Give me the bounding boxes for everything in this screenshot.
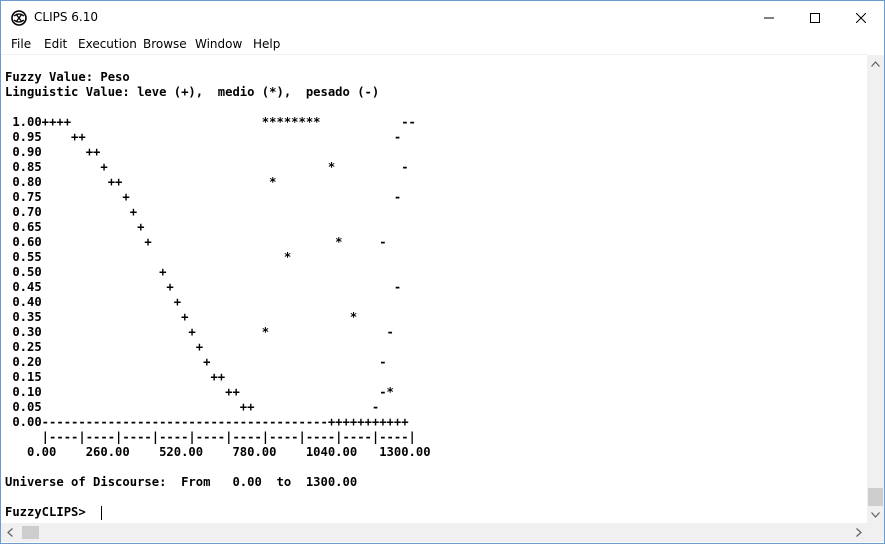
plot-axis-ticks: |----|----|----|----|----|----|----|----… <box>5 430 416 444</box>
horizontal-scroll-thumb[interactable] <box>22 526 39 539</box>
minimize-button[interactable] <box>746 1 792 34</box>
plot-row: 0.50 + <box>5 265 167 279</box>
menu-browse[interactable]: Browse <box>143 37 187 51</box>
plot-row: 0.25 + <box>5 340 204 354</box>
plot-row: 0.45 + - <box>5 280 402 294</box>
plot-row: 0.10 ++ -* <box>5 385 394 399</box>
scroll-left-arrow-icon[interactable] <box>1 524 18 541</box>
plot-row: 0.70 + <box>5 205 138 219</box>
plot-row: 0.35 + * <box>5 310 358 324</box>
linguistic-value-line: Linguistic Value: leve (+), medio (*), p… <box>5 85 380 99</box>
minimize-icon <box>764 13 774 23</box>
clips-window: CLIPS 6.10 File Edit Execution Browse Wi… <box>0 0 885 544</box>
plot-row: 0.65 + <box>5 220 145 234</box>
plot-row: 0.30 + * - <box>5 325 394 339</box>
plot-axis-labels: 0.00 260.00 520.00 780.00 1040.00 1300.0… <box>5 445 431 459</box>
scroll-up-arrow-icon[interactable] <box>867 55 884 72</box>
clips-app-icon <box>11 10 27 26</box>
plot-row: 0.95 ++ - <box>5 130 402 144</box>
window-title: CLIPS 6.10 <box>34 10 98 24</box>
plot-row: 0.15 ++ <box>5 370 226 384</box>
vertical-scroll-thumb[interactable] <box>868 488 883 506</box>
command-prompt[interactable]: FuzzyCLIPS> <box>5 505 93 520</box>
plot-row: 0.60 + * - <box>5 235 387 249</box>
plot-row: 0.75 + - <box>5 190 402 204</box>
scroll-down-arrow-icon[interactable] <box>867 506 884 523</box>
menu-bar: File Edit Execution Browse Window Help <box>1 34 884 54</box>
close-icon <box>856 12 866 23</box>
title-bar[interactable]: CLIPS 6.10 <box>1 1 884 34</box>
menu-execution[interactable]: Execution <box>78 37 137 51</box>
plot-row: 0.20 + - <box>5 355 387 369</box>
plot-row: 0.85 + * - <box>5 160 409 174</box>
vertical-scrollbar[interactable] <box>867 55 884 523</box>
close-button[interactable] <box>838 1 884 34</box>
horizontal-scrollbar[interactable] <box>1 523 867 542</box>
menu-help[interactable]: Help <box>253 37 280 51</box>
plot-row: 0.90 ++ <box>5 145 101 159</box>
scroll-right-arrow-icon[interactable] <box>850 524 867 541</box>
plot-row: 1.00++++ ******** -- <box>5 115 416 129</box>
menu-window[interactable]: Window <box>195 37 242 51</box>
plot-row: 0.80 ++ * <box>5 175 277 189</box>
scrollbar-corner <box>867 523 884 542</box>
plot-row: 0.40 + <box>5 295 182 309</box>
menu-edit[interactable]: Edit <box>44 37 67 51</box>
plot-row: 0.05 ++ - <box>5 400 380 414</box>
text-cursor <box>101 506 102 520</box>
console-output[interactable]: Fuzzy Value: Peso Linguistic Value: leve… <box>1 55 867 523</box>
plot-axis-baseline: 0.00------------------------------------… <box>5 415 409 429</box>
universe-of-discourse-line: Universe of Discourse: From 0.00 to 1300… <box>5 475 358 489</box>
maximize-icon <box>810 12 820 23</box>
menu-file[interactable]: File <box>11 37 31 51</box>
maximize-button[interactable] <box>792 1 838 34</box>
plot-row: 0.55 * <box>5 250 292 264</box>
fuzzy-value-line: Fuzzy Value: Peso <box>5 70 130 84</box>
